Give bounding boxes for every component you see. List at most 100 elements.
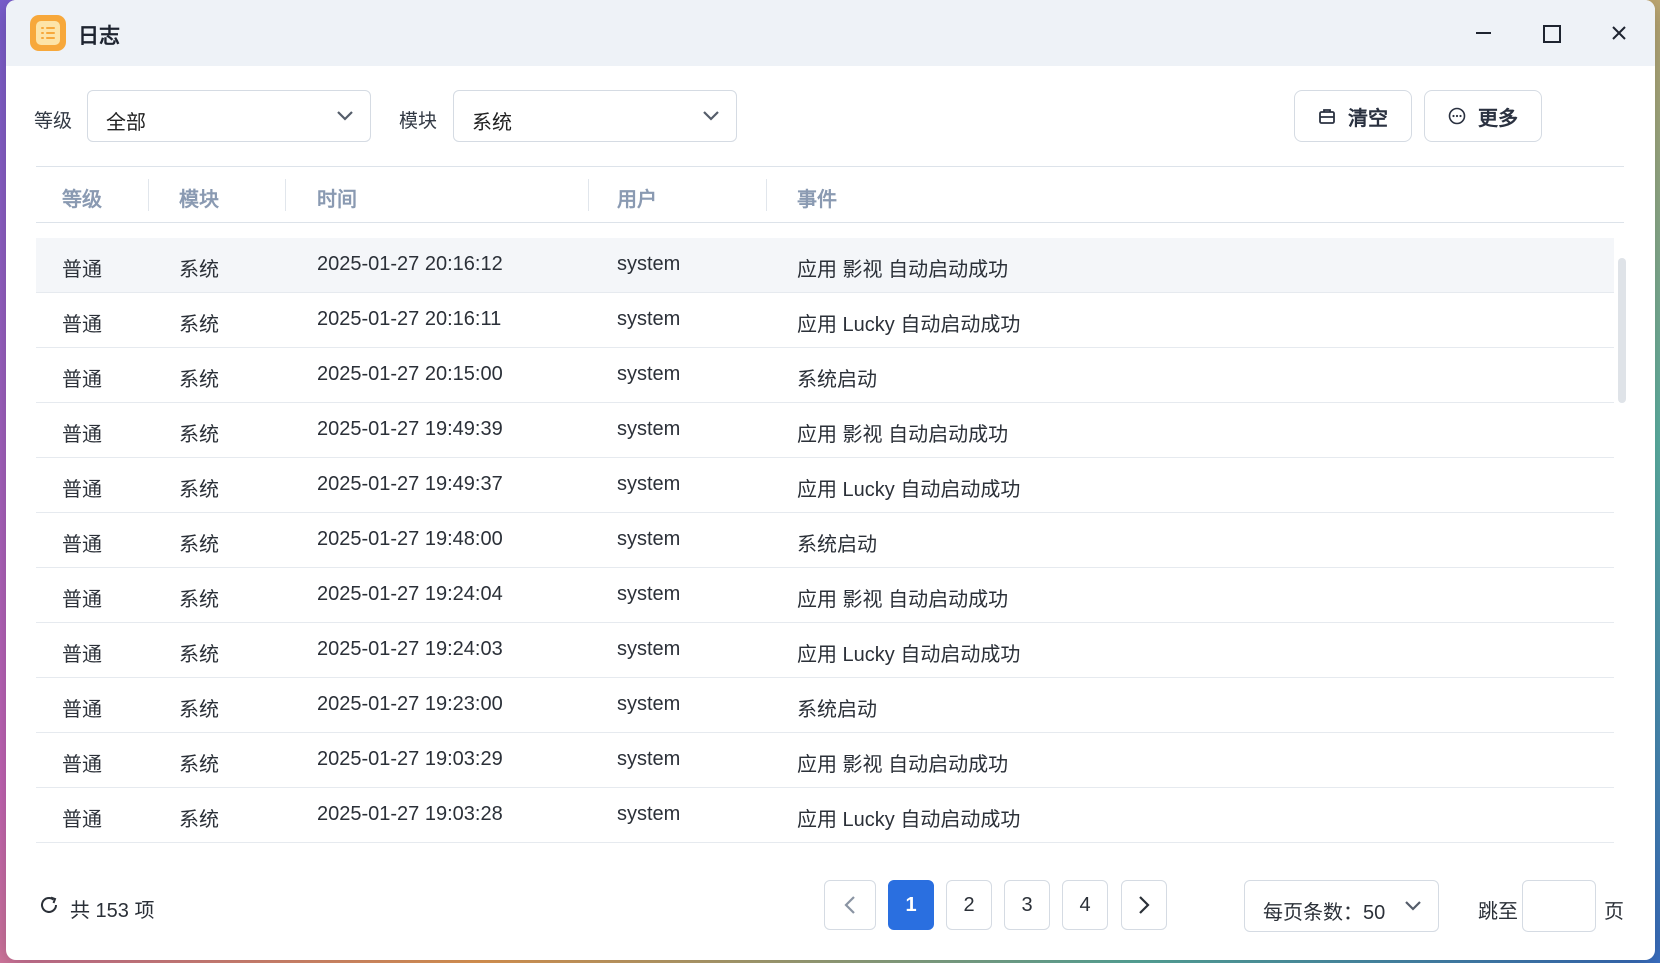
cell-module: 系统 [179, 809, 219, 831]
table-row[interactable]: 普通 系统 2025-01-27 20:16:11 system 应用 Lucky 自动… [36, 293, 1614, 348]
chevron-down-icon [337, 111, 353, 121]
notepad-icon [30, 15, 66, 51]
cell-time: 2025-01-27 19:23:00 [317, 693, 503, 715]
table-row[interactable]: 普通 系统 2025-01-27 20:15:00 system 系统启动 [36, 348, 1614, 403]
cell-user: system [617, 693, 681, 715]
table-row[interactable]: 普通 系统 2025-01-27 19:23:00 system 系统启动 [36, 678, 1614, 733]
jump-label: 跳至 [1478, 901, 1518, 923]
column-header-user[interactable]: 用户 [617, 183, 657, 212]
cell-event: 应用 Lucky 自动启动成功 [797, 479, 1021, 501]
column-header-level[interactable]: 等级 [62, 183, 102, 212]
table-row[interactable]: 普通 系统 2025-01-27 19:24:03 system 应用 Lucky 自动… [36, 623, 1614, 678]
cell-user: system [617, 363, 681, 385]
table-row[interactable]: 普通 系统 2025-01-27 20:16:12 system 应用 影视 自动启动成… [36, 238, 1614, 293]
page-size-label: 每页条数：50 [1263, 902, 1386, 924]
total-count: 共 153 项 [70, 900, 155, 922]
window-title: 日志 [78, 25, 120, 48]
cell-level: 普通 [62, 314, 102, 336]
log-table: 等级 模块 时间 用户 事件 普通 系统 2025-01-27 20:16:12 sy… [36, 166, 1624, 846]
table-row[interactable]: 普通 系统 2025-01-27 19:48:00 system 系统启动 [36, 513, 1614, 568]
table-row[interactable]: 普通 系统 2025-01-27 19:03:29 system 应用 影视 自动启动成… [36, 733, 1614, 788]
cell-user: system [617, 253, 681, 275]
more-button[interactable]: 更多 [1424, 90, 1542, 142]
cell-level: 普通 [62, 754, 102, 776]
cell-module: 系统 [179, 754, 219, 776]
clear-button[interactable]: 清空 [1294, 90, 1412, 142]
title-bar: 日志 [6, 0, 1655, 66]
minimize-icon [1476, 32, 1491, 34]
cell-event: 应用 影视 自动启动成功 [797, 589, 1009, 611]
page-button-2[interactable]: 2 [946, 880, 992, 930]
maximize-icon [1543, 25, 1561, 43]
table-row[interactable]: 普通 系统 2025-01-27 19:03:28 system 应用 Lucky 自动… [36, 788, 1614, 843]
cell-level: 普通 [62, 534, 102, 556]
level-select[interactable]: 全部 [87, 90, 371, 142]
cell-time: 2025-01-27 20:15:00 [317, 363, 503, 385]
cell-time: 2025-01-27 19:24:03 [317, 638, 503, 660]
table-row[interactable]: 普通 系统 2025-01-27 19:49:37 system 应用 Lucky 自动… [36, 458, 1614, 513]
log-window: 日志 等级 全部 模块 系统 清空 更多 等级 模块 时间 用户 事件 普通 系… [6, 0, 1655, 960]
cell-event: 应用 影视 自动启动成功 [797, 259, 1009, 281]
module-select[interactable]: 系统 [453, 90, 737, 142]
close-button[interactable] [1600, 14, 1638, 52]
column-header-time[interactable]: 时间 [317, 183, 357, 212]
close-icon [1612, 26, 1626, 40]
more-label: 更多 [1478, 107, 1518, 130]
table-body: 普通 系统 2025-01-27 20:16:12 system 应用 影视 自动启动成… [36, 238, 1614, 843]
cell-time: 2025-01-27 19:24:04 [317, 583, 503, 605]
page-suffix-label: 页 [1604, 901, 1624, 923]
filter-toolbar: 等级 全部 模块 系统 清空 更多 [6, 90, 1655, 144]
column-header-event[interactable]: 事件 [797, 183, 837, 212]
cell-time: 2025-01-27 20:16:12 [317, 253, 503, 275]
cell-user: system [617, 748, 681, 770]
cell-time: 2025-01-27 19:49:39 [317, 418, 503, 440]
cell-event: 系统启动 [797, 369, 877, 391]
chevron-right-icon [1139, 896, 1150, 914]
cell-module: 系统 [179, 589, 219, 611]
cell-module: 系统 [179, 259, 219, 281]
refresh-icon[interactable] [38, 894, 60, 916]
cell-event: 应用 影视 自动启动成功 [797, 754, 1009, 776]
clear-label: 清空 [1348, 107, 1388, 130]
cell-user: system [617, 803, 681, 825]
module-label: 模块 [399, 111, 438, 132]
table-row[interactable]: 普通 系统 2025-01-27 19:49:39 system 应用 影视 自动启动成… [36, 403, 1614, 458]
cell-event: 应用 Lucky 自动启动成功 [797, 314, 1021, 336]
level-value: 全部 [106, 112, 146, 134]
prev-page-button[interactable] [824, 880, 876, 930]
chevron-down-icon [703, 111, 719, 121]
page-size-select[interactable]: 每页条数：50 [1244, 880, 1439, 932]
page-button-4[interactable]: 4 [1062, 880, 1108, 930]
jump-page-input[interactable] [1522, 880, 1596, 932]
cell-event: 应用 Lucky 自动启动成功 [797, 809, 1021, 831]
cell-level: 普通 [62, 479, 102, 501]
cell-time: 2025-01-27 19:03:29 [317, 748, 503, 770]
cell-user: system [617, 638, 681, 660]
cell-event: 应用 影视 自动启动成功 [797, 424, 1009, 446]
cell-module: 系统 [179, 424, 219, 446]
cell-level: 普通 [62, 644, 102, 666]
table-row[interactable]: 普通 系统 2025-01-27 19:24:04 system 应用 影视 自动启动成… [36, 568, 1614, 623]
cell-level: 普通 [62, 809, 102, 831]
module-value: 系统 [472, 112, 512, 134]
cell-time: 2025-01-27 19:03:28 [317, 803, 503, 825]
cell-time: 2025-01-27 20:16:11 [317, 308, 502, 330]
cell-user: system [617, 308, 681, 330]
maximize-button[interactable] [1532, 14, 1570, 52]
table-header: 等级 模块 时间 用户 事件 [36, 166, 1624, 223]
cell-module: 系统 [179, 644, 219, 666]
vertical-scrollbar[interactable] [1618, 258, 1626, 403]
cell-event: 系统启动 [797, 699, 877, 721]
column-header-module[interactable]: 模块 [179, 183, 219, 212]
cell-level: 普通 [62, 699, 102, 721]
cell-time: 2025-01-27 19:48:00 [317, 528, 503, 550]
more-circle-icon [1448, 107, 1466, 125]
next-page-button[interactable] [1121, 880, 1167, 930]
cell-user: system [617, 583, 681, 605]
cell-time: 2025-01-27 19:49:37 [317, 473, 503, 495]
cell-module: 系统 [179, 534, 219, 556]
page-button-1[interactable]: 1 [888, 880, 934, 930]
cell-user: system [617, 528, 681, 550]
minimize-button[interactable] [1464, 14, 1502, 52]
page-button-3[interactable]: 3 [1004, 880, 1050, 930]
